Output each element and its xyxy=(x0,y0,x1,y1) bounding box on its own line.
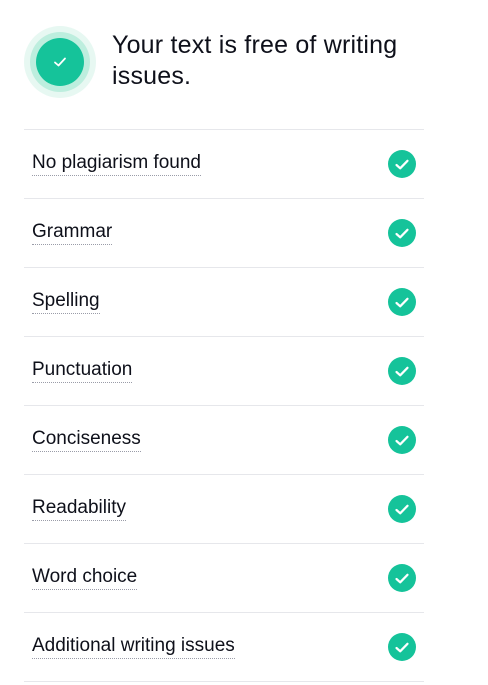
check-label-grammar[interactable]: Grammar xyxy=(32,221,113,245)
check-row-conciseness[interactable]: Conciseness xyxy=(24,406,424,475)
check-label-additional-issues[interactable]: Additional writing issues xyxy=(32,635,235,659)
result-header: Your text is free of writing issues. xyxy=(24,26,444,98)
check-label-punctuation[interactable]: Punctuation xyxy=(32,359,133,383)
success-badge xyxy=(24,26,96,98)
check-circle-icon xyxy=(388,288,416,316)
check-row-punctuation[interactable]: Punctuation xyxy=(24,337,424,406)
check-circle-icon xyxy=(388,357,416,385)
result-title: Your text is free of writing issues. xyxy=(112,31,398,90)
check-circle-icon xyxy=(388,564,416,592)
check-row-grammar[interactable]: Grammar xyxy=(24,199,424,268)
check-list: No plagiarism found Grammar Spelling Pun… xyxy=(24,129,424,682)
check-row-readability[interactable]: Readability xyxy=(24,475,424,544)
check-circle-icon xyxy=(388,633,416,661)
check-row-additional-issues[interactable]: Additional writing issues xyxy=(24,613,424,682)
check-circle-icon xyxy=(388,219,416,247)
check-row-spelling[interactable]: Spelling xyxy=(24,268,424,337)
check-circle-icon xyxy=(388,150,416,178)
check-circle-icon xyxy=(388,495,416,523)
check-row-word-choice[interactable]: Word choice xyxy=(24,544,424,613)
check-circle-icon xyxy=(36,38,84,86)
check-label-conciseness[interactable]: Conciseness xyxy=(32,428,141,452)
check-label-spelling[interactable]: Spelling xyxy=(32,290,100,314)
check-label-word-choice[interactable]: Word choice xyxy=(32,566,138,590)
check-label-readability[interactable]: Readability xyxy=(32,497,126,521)
success-badge-ring xyxy=(30,32,90,92)
check-circle-icon xyxy=(388,426,416,454)
check-label-plagiarism[interactable]: No plagiarism found xyxy=(32,152,201,176)
check-mark-icon xyxy=(54,57,66,67)
check-row-plagiarism[interactable]: No plagiarism found xyxy=(24,130,424,199)
